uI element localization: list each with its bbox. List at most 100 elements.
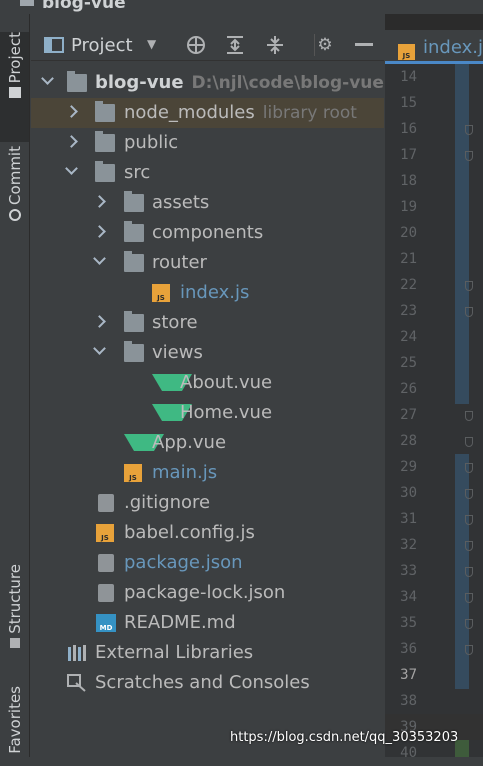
tree-item-blog-vue[interactable]: blog-vue D:\njl\code\blog-vue — [31, 68, 384, 98]
tool-tab-structure-label: Structure — [5, 564, 24, 634]
minimize-icon[interactable] — [353, 34, 375, 56]
line-number: 18 — [400, 173, 417, 189]
line-number: 19 — [400, 199, 417, 215]
gear-icon[interactable]: ⚙ — [314, 34, 336, 56]
tree-item-label: About.vue — [180, 372, 273, 393]
fold-marker-icon[interactable] — [465, 489, 473, 499]
tree-item-label: App.vue — [152, 432, 227, 453]
collapse-all-icon[interactable] — [264, 34, 286, 56]
tree-item-src[interactable]: src — [31, 158, 384, 188]
js-file-icon: JS — [152, 284, 170, 302]
left-tool-strip: Project Commit Structure Favorites — [0, 14, 30, 757]
fold-marker-icon[interactable] — [465, 567, 473, 577]
expand-all-icon[interactable] — [224, 34, 246, 56]
tree-item-router[interactable]: router — [31, 248, 384, 278]
fold-marker-icon[interactable] — [465, 125, 473, 135]
folder-icon — [124, 191, 144, 212]
chevron-right-icon[interactable] — [93, 315, 106, 328]
fold-marker-icon[interactable] — [465, 281, 473, 291]
editor-area: JS index.js 14 15 16 17 18 19 20 21 22 23 24 25 26 27… — [385, 14, 483, 761]
tree-item-gitignore[interactable]: .gitignore — [31, 488, 384, 518]
chevron-down-icon[interactable] — [41, 72, 54, 85]
tree-item-main-js[interactable]: JS main.js — [31, 458, 384, 488]
chevron-right-icon[interactable] — [65, 135, 78, 148]
line-number: 16 — [400, 121, 417, 137]
line-number: 22 — [400, 277, 417, 293]
json-file-icon — [98, 554, 114, 572]
tree-item-components[interactable]: components — [31, 218, 384, 248]
tree-item-external-libraries[interactable]: External Libraries — [31, 638, 384, 668]
line-number: 21 — [400, 251, 417, 267]
tree-item-about-vue[interactable]: About.vue — [31, 368, 384, 398]
fold-marker-icon[interactable] — [465, 151, 473, 161]
line-number: 37 — [400, 667, 417, 683]
crosshair-icon[interactable] — [185, 34, 207, 56]
tree-item-label: views — [152, 342, 203, 363]
tree-item-label: public — [124, 132, 179, 153]
line-number: 23 — [400, 303, 417, 319]
fold-marker-icon[interactable] — [465, 593, 473, 603]
folder-icon — [20, 0, 34, 6]
tree-item-readme-md[interactable]: MD README.md — [31, 608, 384, 638]
fold-marker-icon[interactable] — [465, 619, 473, 629]
tree-item-hint: library root — [262, 103, 357, 123]
tool-tab-commit[interactable]: Commit — [0, 146, 29, 236]
fold-marker-icon[interactable] — [465, 541, 473, 551]
watermark-text: https://blog.csdn.net/qq_30353203 — [230, 730, 459, 745]
tree-item-package-json[interactable]: package.json — [31, 548, 384, 578]
tree-item-assets[interactable]: assets — [31, 188, 384, 218]
tool-tab-project[interactable]: Project — [0, 32, 29, 142]
line-number: 17 — [400, 147, 417, 163]
fold-marker-icon[interactable] — [465, 645, 473, 655]
tool-tab-commit-label: Commit — [5, 146, 24, 205]
fold-marker-icon[interactable] — [465, 437, 473, 447]
chevron-down-icon[interactable]: ▼ — [147, 37, 156, 51]
tree-item-label: store — [152, 312, 198, 333]
project-toolbar: Project ▼ ⚙ — [31, 30, 384, 61]
folder-icon — [124, 311, 144, 332]
tool-tab-structure[interactable]: Structure — [0, 564, 29, 664]
tree-item-scratches-and-consoles[interactable]: Scratches and Consoles — [31, 668, 384, 698]
fold-marker-icon[interactable] — [465, 411, 473, 421]
tree-item-app-vue[interactable]: App.vue — [31, 428, 384, 458]
chevron-right-icon[interactable] — [93, 195, 106, 208]
tab-label: index.js — [423, 37, 483, 58]
tree-item-public[interactable]: public — [31, 128, 384, 158]
markdown-file-icon: MD — [96, 614, 116, 632]
project-view-icon — [43, 34, 65, 56]
tree-item-babel-config-js[interactable]: JS babel.config.js — [31, 518, 384, 548]
line-number: 24 — [400, 329, 417, 345]
chevron-down-icon[interactable] — [93, 252, 106, 265]
tree-item-views[interactable]: views — [31, 338, 384, 368]
chevron-down-icon[interactable] — [93, 342, 106, 355]
tree-item-label: components — [152, 222, 264, 243]
tree-item-label: External Libraries — [95, 642, 254, 663]
fold-marker-icon[interactable] — [465, 307, 473, 317]
tree-item-package-lock-json[interactable]: package-lock.json — [31, 578, 384, 608]
line-number: 36 — [400, 641, 417, 657]
tree-item-index-js[interactable]: JS index.js — [31, 278, 384, 308]
fold-marker-icon[interactable] — [465, 463, 473, 473]
line-number: 20 — [400, 225, 417, 241]
tree-item-label: main.js — [152, 462, 218, 483]
line-number: 14 — [400, 69, 417, 85]
tree-item-label: blog-vue — [95, 72, 184, 93]
chevron-down-icon[interactable] — [65, 162, 78, 175]
chevron-right-icon[interactable] — [93, 225, 106, 238]
line-number: 28 — [400, 433, 417, 449]
tree-item-store[interactable]: store — [31, 308, 384, 338]
tool-tab-favorites[interactable]: Favorites — [0, 686, 29, 766]
folder-icon — [8, 87, 21, 99]
tree-item-home-vue[interactable]: Home.vue — [31, 398, 384, 428]
js-file-icon: JS — [96, 524, 114, 542]
tree-item-node-modules[interactable]: node_modules library root — [31, 98, 384, 128]
line-number: 40 — [400, 745, 417, 761]
project-view-title[interactable]: Project — [71, 35, 133, 56]
tool-tab-favorites-label: Favorites — [5, 686, 24, 754]
js-file-icon: JS — [398, 44, 415, 60]
folder-icon — [95, 101, 115, 122]
tab-index-js[interactable]: JS index.js — [385, 30, 483, 64]
window-title: blog-vue — [42, 0, 126, 13]
fold-marker-icon[interactable] — [465, 515, 473, 525]
chevron-right-icon[interactable] — [65, 105, 78, 118]
